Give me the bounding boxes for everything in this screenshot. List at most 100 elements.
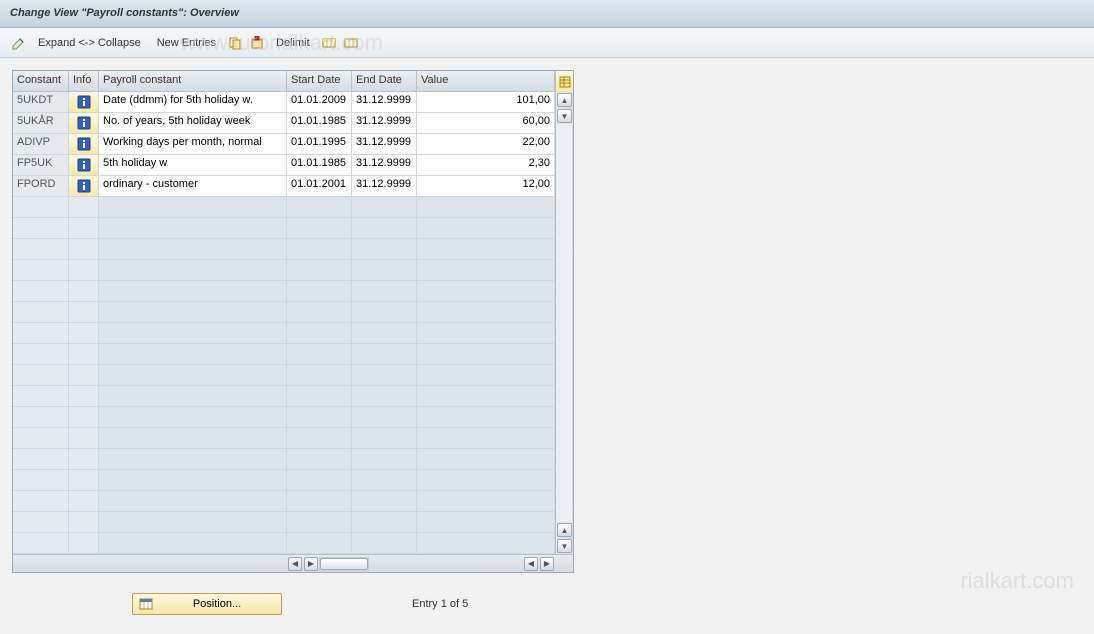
cell-start-date[interactable] xyxy=(287,512,352,532)
cell-constant[interactable] xyxy=(13,302,69,322)
table-row-empty[interactable] xyxy=(13,407,555,428)
cell-end-date[interactable] xyxy=(352,302,417,322)
cell-value[interactable] xyxy=(417,260,555,280)
cell-value[interactable] xyxy=(417,302,555,322)
cell-start-date[interactable]: 01.01.2001 xyxy=(287,176,352,196)
scroll-left-2-icon[interactable]: ◀ xyxy=(524,557,538,571)
scroll-down-icon[interactable]: ▼ xyxy=(557,109,572,123)
table-row-empty[interactable] xyxy=(13,512,555,533)
cell-payroll-constant[interactable] xyxy=(99,512,287,532)
cell-end-date[interactable]: 31.12.9999 xyxy=(352,155,417,175)
cell-payroll-constant[interactable] xyxy=(99,533,287,553)
vertical-scrollbar[interactable]: ▲ ▼ ▲ ▼ xyxy=(555,92,573,554)
table-row-empty[interactable] xyxy=(13,470,555,491)
cell-end-date[interactable] xyxy=(352,491,417,511)
cell-value[interactable] xyxy=(417,281,555,301)
cell-value[interactable] xyxy=(417,344,555,364)
table-row[interactable]: 5UKÅR No. of years, 5th holiday week01.01… xyxy=(13,113,555,134)
cell-constant[interactable] xyxy=(13,512,69,532)
cell-start-date[interactable] xyxy=(287,197,352,217)
table-row-empty[interactable] xyxy=(13,218,555,239)
cell-constant[interactable] xyxy=(13,344,69,364)
cell-payroll-constant[interactable] xyxy=(99,218,287,238)
cell-start-date[interactable]: 01.01.2009 xyxy=(287,92,352,112)
cell-start-date[interactable] xyxy=(287,344,352,364)
cell-end-date[interactable] xyxy=(352,323,417,343)
cell-value[interactable] xyxy=(417,533,555,553)
cell-payroll-constant[interactable]: ordinary - customer xyxy=(99,176,287,196)
cell-value[interactable] xyxy=(417,407,555,427)
table-row-empty[interactable] xyxy=(13,428,555,449)
cell-payroll-constant[interactable] xyxy=(99,470,287,490)
cell-start-date[interactable] xyxy=(287,281,352,301)
delimit-button[interactable]: Delimit xyxy=(270,35,316,51)
cell-start-date[interactable] xyxy=(287,533,352,553)
scroll-right-icon[interactable]: ▶ xyxy=(304,557,318,571)
scroll-up-icon[interactable]: ▲ xyxy=(557,93,572,107)
cell-payroll-constant[interactable] xyxy=(99,449,287,469)
cell-constant[interactable] xyxy=(13,449,69,469)
cell-constant[interactable] xyxy=(13,428,69,448)
cell-value[interactable] xyxy=(417,386,555,406)
cell-constant[interactable] xyxy=(13,470,69,490)
cell-end-date[interactable]: 31.12.9999 xyxy=(352,134,417,154)
toggle-display-icon[interactable] xyxy=(10,34,28,52)
cell-constant[interactable] xyxy=(13,218,69,238)
info-icon[interactable] xyxy=(69,134,99,154)
cell-value[interactable] xyxy=(417,365,555,385)
cell-payroll-constant[interactable] xyxy=(99,344,287,364)
cell-end-date[interactable] xyxy=(352,365,417,385)
cell-payroll-constant[interactable] xyxy=(99,365,287,385)
info-icon[interactable] xyxy=(69,113,99,133)
new-entries-button[interactable]: New Entries xyxy=(151,35,222,51)
cell-constant[interactable] xyxy=(13,323,69,343)
cell-payroll-constant[interactable] xyxy=(99,386,287,406)
cell-value[interactable] xyxy=(417,428,555,448)
cell-constant[interactable] xyxy=(13,533,69,553)
cell-end-date[interactable] xyxy=(352,197,417,217)
expand-collapse-button[interactable]: Expand <-> Collapse xyxy=(32,35,147,51)
cell-end-date[interactable] xyxy=(352,428,417,448)
table-row[interactable]: 5UKDTDate (ddmm) for 5th holiday w.01.01… xyxy=(13,92,555,113)
scroll-up-2-icon[interactable]: ▲ xyxy=(557,523,572,537)
cell-payroll-constant[interactable] xyxy=(99,428,287,448)
cell-start-date[interactable] xyxy=(287,323,352,343)
cell-constant[interactable] xyxy=(13,491,69,511)
table-row-empty[interactable] xyxy=(13,302,555,323)
info-icon[interactable] xyxy=(69,155,99,175)
info-icon[interactable] xyxy=(69,92,99,112)
cell-start-date[interactable] xyxy=(287,428,352,448)
scroll-right-2-icon[interactable]: ▶ xyxy=(540,557,554,571)
cell-payroll-constant[interactable]: 5th holiday w xyxy=(99,155,287,175)
cell-payroll-constant[interactable] xyxy=(99,281,287,301)
cell-value[interactable]: 2,30 xyxy=(417,155,555,175)
table-row-empty[interactable] xyxy=(13,239,555,260)
cell-payroll-constant[interactable] xyxy=(99,407,287,427)
col-header-start-date[interactable]: Start Date xyxy=(287,71,352,91)
cell-start-date[interactable] xyxy=(287,470,352,490)
table-row-empty[interactable] xyxy=(13,365,555,386)
cell-payroll-constant[interactable] xyxy=(99,491,287,511)
cell-start-date[interactable]: 01.01.1985 xyxy=(287,113,352,133)
scroll-left-icon[interactable]: ◀ xyxy=(288,557,302,571)
cell-start-date[interactable] xyxy=(287,365,352,385)
cell-end-date[interactable] xyxy=(352,407,417,427)
cell-start-date[interactable] xyxy=(287,218,352,238)
table-row-empty[interactable] xyxy=(13,533,555,554)
cell-constant[interactable]: 5UKÅR xyxy=(13,113,69,133)
cell-payroll-constant[interactable]: No. of years, 5th holiday week xyxy=(99,113,287,133)
table-row-empty[interactable] xyxy=(13,281,555,302)
cell-payroll-constant[interactable]: Working days per month, normal xyxy=(99,134,287,154)
col-header-payroll-constant[interactable]: Payroll constant xyxy=(99,71,287,91)
select-all-icon[interactable] xyxy=(320,34,338,52)
cell-end-date[interactable]: 31.12.9999 xyxy=(352,176,417,196)
cell-value[interactable] xyxy=(417,218,555,238)
cell-value[interactable] xyxy=(417,449,555,469)
copy-icon[interactable] xyxy=(226,34,244,52)
horizontal-scrollbar[interactable]: ◀ ▶ ◀ ▶ xyxy=(13,554,555,572)
cell-constant[interactable] xyxy=(13,197,69,217)
cell-constant[interactable]: FP5UK xyxy=(13,155,69,175)
cell-payroll-constant[interactable] xyxy=(99,260,287,280)
cell-start-date[interactable] xyxy=(287,260,352,280)
deselect-all-icon[interactable] xyxy=(342,34,360,52)
